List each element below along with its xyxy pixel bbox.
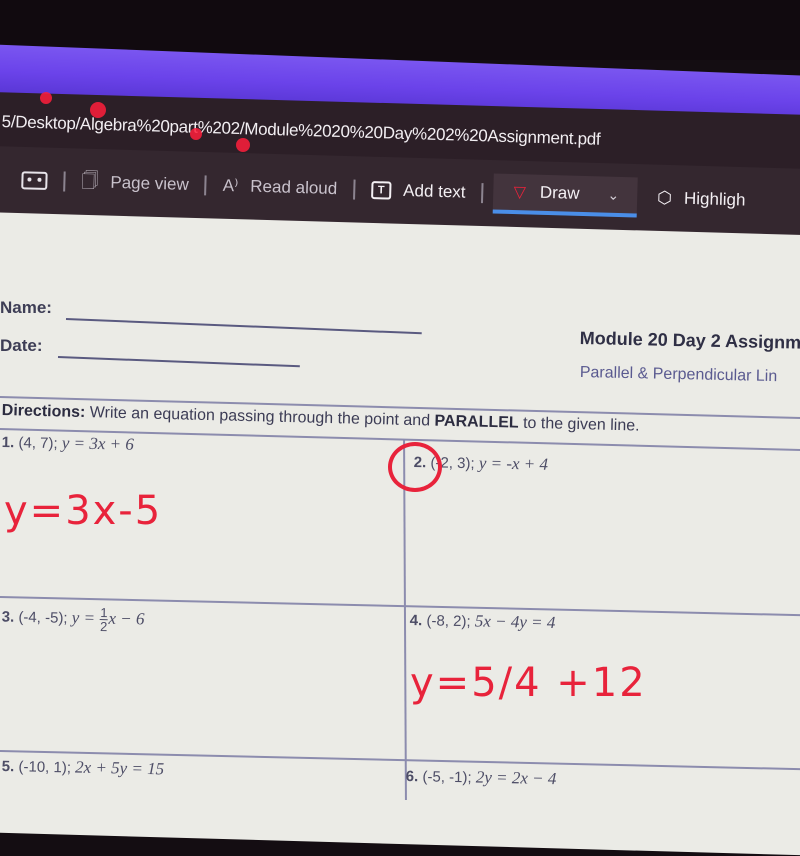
problem-point: (-5, -1); — [422, 768, 472, 787]
problem-equation: 2x + 5y = 15 — [74, 757, 165, 779]
problem-number: 6. — [405, 767, 419, 786]
problem-point: (-4, -5); — [18, 608, 68, 627]
circle-annotation — [388, 442, 442, 492]
date-field[interactable] — [57, 356, 300, 368]
answer-1-handwriting: y=3x-5 — [4, 488, 163, 534]
problem-equation-suffix: x − 6 — [108, 608, 145, 629]
problem-point: (-10, 1); — [18, 758, 72, 777]
problem-equation: y = -x + 4 — [478, 453, 549, 474]
problem-4: 4. (-8, 2); 5x − 4y = 4 — [410, 610, 556, 633]
problem-point: (4, 7); — [18, 434, 58, 453]
document-content: Name: Date: Module 20 Day 2 Assignm Para… — [0, 0, 800, 801]
problem-equation-prefix: y = — [71, 607, 96, 628]
directions-bold: PARALLEL — [434, 412, 519, 432]
name-field[interactable] — [65, 318, 422, 335]
date-label: Date: — [0, 336, 43, 355]
assignment-title: Module 20 Day 2 Assignm — [579, 328, 800, 353]
problem-number: 3. — [1, 608, 15, 626]
problem-6: 6. (-5, -1); 2y = 2x − 4 — [406, 766, 557, 789]
problem-equation: 2y = 2x − 4 — [475, 767, 557, 789]
problem-3: 3. (-4, -5); y = 12x − 6 — [1, 604, 145, 635]
problem-5: 5. (-10, 1); 2x + 5y = 15 — [2, 756, 165, 779]
answer-4-handwriting: y=5/4 +12 — [410, 660, 647, 706]
problem-number: 1. — [1, 433, 15, 452]
problem-number: 4. — [409, 611, 423, 630]
fraction-denominator: 2 — [99, 619, 108, 635]
problem-point: (-8, 2); — [426, 612, 471, 631]
directions-label: Directions: — [1, 402, 86, 422]
directions-end: to the given line. — [518, 414, 640, 435]
name-label: Name: — [0, 298, 52, 317]
problem-1: 1. (4, 7); y = 3x + 6 — [2, 432, 134, 455]
problem-equation: y = 3x + 6 — [61, 433, 135, 454]
column-divider — [403, 439, 407, 801]
fraction: 12 — [99, 605, 108, 635]
assignment-subtitle: Parallel & Perpendicular Lin — [579, 364, 778, 386]
problem-equation: 5x − 4y = 4 — [474, 611, 556, 633]
problem-number: 5. — [1, 757, 15, 776]
fraction-numerator: 1 — [100, 605, 108, 621]
